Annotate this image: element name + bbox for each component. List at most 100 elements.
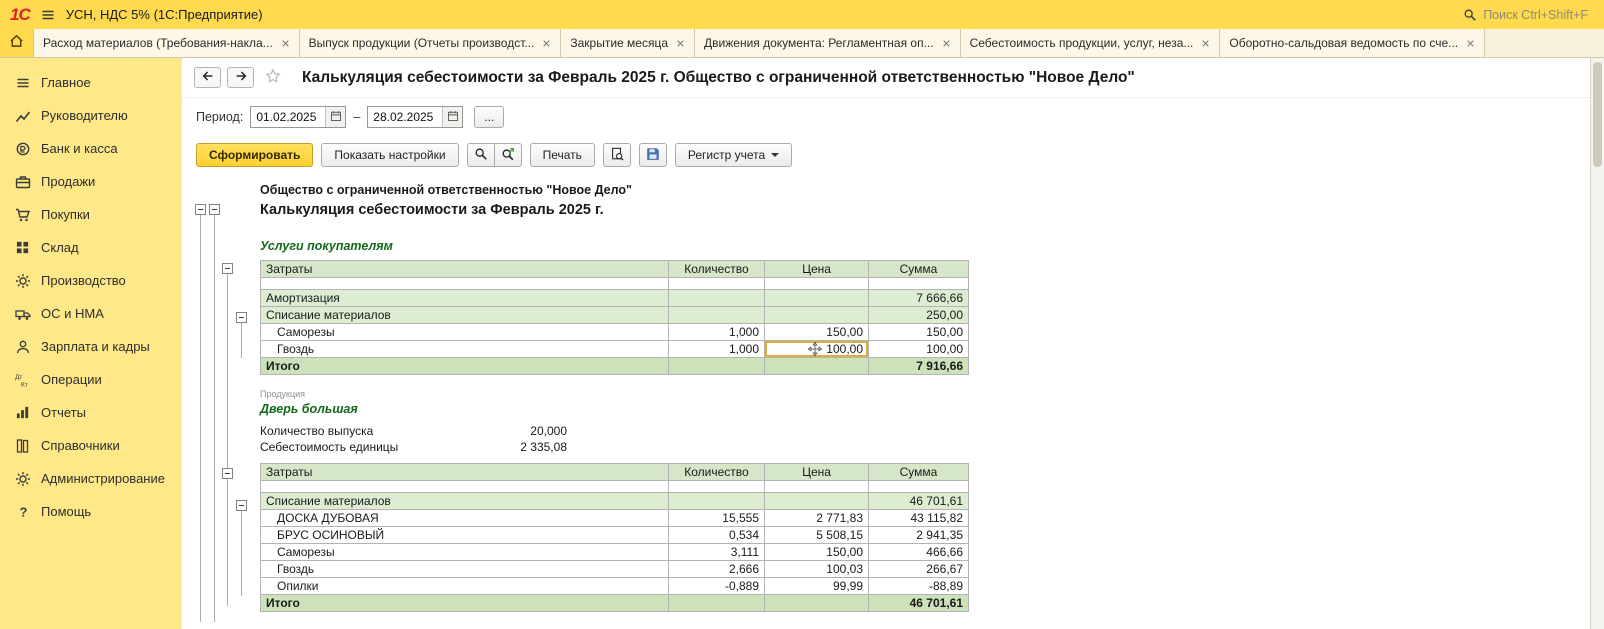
report-cell[interactable]: 2 771,83 [765,510,869,527]
report-cell[interactable] [765,493,869,510]
report-cell[interactable]: 1,000 [669,341,765,358]
report-row[interactable]: Амортизация 7 666,66 [261,290,969,307]
tab[interactable]: Себестоимость продукции, услуг, неза... [961,29,1221,57]
report-cell[interactable] [261,481,669,493]
sidebar-item-payroll[interactable]: Зарплата и кадры [0,330,182,363]
report-row[interactable]: Итого7 916,66 [261,358,969,375]
report-cell[interactable] [765,481,869,493]
period-to-calendar-button[interactable] [442,107,462,127]
report-cell[interactable]: 2,666 [669,561,765,578]
report-cell[interactable]: Амортизация [261,290,669,307]
sidebar-item-assets[interactable]: ОС и НМА [0,297,182,330]
report-row[interactable]: Итого 46 701,61 [261,595,969,612]
report-cell[interactable]: Саморезы [261,544,669,561]
report-cell[interactable]: 0,534 [669,527,765,544]
sidebar-item-operations[interactable]: ДтКтОперации [0,363,182,396]
report-row[interactable]: ДОСКА ДУБОВАЯ15,5552 771,8343 115,82 [261,510,969,527]
period-from-calendar-button[interactable] [325,107,345,127]
print-button[interactable]: Печать [530,143,595,167]
tab-close-icon[interactable] [542,39,551,48]
period-to-input[interactable] [368,110,442,124]
report-cell[interactable] [669,595,765,612]
report-cell[interactable]: 43 115,82 [869,510,969,527]
report-cell[interactable] [669,278,765,290]
sidebar-item-production[interactable]: Производство [0,264,182,297]
report-cell[interactable] [869,278,969,290]
report-cell[interactable] [765,290,869,307]
report-cell[interactable]: 1,000 [669,324,765,341]
tab[interactable]: Движения документа: Регламентная оп... [695,29,961,57]
tab-close-icon[interactable] [1466,39,1475,48]
period-more-button[interactable]: ... [474,106,504,128]
register-button[interactable]: Регистр учета [675,143,792,167]
report-cell[interactable]: ДОСКА ДУБОВАЯ [261,510,669,527]
tab[interactable]: Закрытие месяца [561,29,695,57]
sidebar-item-help[interactable]: ?Помощь [0,495,182,528]
report-cell[interactable] [869,481,969,493]
tab-close-icon[interactable] [676,39,685,48]
report-cell[interactable] [669,307,765,324]
report-cell[interactable]: 150,00 [869,324,969,341]
report-row[interactable]: Опилки-0,88999,99-88,89 [261,578,969,595]
vertical-scrollbar[interactable] [1590,58,1604,629]
report-cell[interactable]: Гвоздь [261,561,669,578]
sidebar-item-warehouse[interactable]: Склад [0,231,182,264]
sidebar-item-main[interactable]: Главное [0,66,182,99]
report-cell[interactable]: 150,00 [765,324,869,341]
home-button[interactable] [0,29,34,57]
report-cell[interactable]: БРУС ОСИНОВЫЙ [261,527,669,544]
collapse-group-button[interactable] [209,204,220,215]
report-cell[interactable]: 100,03 [765,561,869,578]
report-cell[interactable]: -88,89 [869,578,969,595]
sidebar-item-reports[interactable]: Отчеты [0,396,182,429]
collapse-group-button[interactable] [195,204,206,215]
report-cell[interactable] [669,290,765,307]
report-cell[interactable] [765,358,869,375]
report-cell[interactable]: 466,66 [869,544,969,561]
report-cell[interactable]: Гвоздь [261,341,669,358]
report-cell[interactable] [765,595,869,612]
sidebar-item-bank[interactable]: Банк и касса [0,132,182,165]
report-cell[interactable]: 266,67 [869,561,969,578]
show-settings-button[interactable]: Показать настройки [321,143,458,167]
report-cell[interactable] [261,278,669,290]
sidebar-item-administration[interactable]: Администрирование [0,462,182,495]
report-cell[interactable]: 2 941,35 [869,527,969,544]
report-cell[interactable]: 100,00 [765,341,869,358]
report-cell[interactable] [669,493,765,510]
tab[interactable]: Оборотно-сальдовая ведомость по сче... [1220,29,1485,57]
sidebar-item-references[interactable]: Справочники [0,429,182,462]
scrollbar-thumb[interactable] [1593,62,1602,167]
report-cell[interactable]: 3,111 [669,544,765,561]
collapse-group-button[interactable] [236,312,247,323]
save-button[interactable] [639,143,667,167]
collapse-group-button[interactable] [222,263,233,274]
report-cell[interactable]: Опилки [261,578,669,595]
sidebar-item-sales[interactable]: Продажи [0,165,182,198]
find-button[interactable] [467,143,495,167]
report-cell[interactable]: Списание материалов [261,493,669,510]
find-next-button[interactable] [495,143,522,167]
tab-close-icon[interactable] [281,39,290,48]
forward-button[interactable] [227,67,254,88]
sidebar-item-purchases[interactable]: Покупки [0,198,182,231]
tab[interactable]: Расход материалов (Требования-накла... [34,29,300,57]
report-cell[interactable] [669,481,765,493]
report-cell[interactable]: Итого [261,595,669,612]
report-cell[interactable]: 5 508,15 [765,527,869,544]
print-preview-button[interactable] [603,143,631,167]
report-row[interactable]: Гвоздь2,666100,03266,67 [261,561,969,578]
report-row[interactable]: БРУС ОСИНОВЫЙ0,5345 508,152 941,35 [261,527,969,544]
report-cell[interactable]: 7 666,66 [869,290,969,307]
report-cell[interactable]: 46 701,61 [869,595,969,612]
report-cell[interactable]: -0,889 [669,578,765,595]
report-cell[interactable] [765,278,869,290]
report-cell[interactable] [765,307,869,324]
report-row[interactable]: Списание материалов250,00 [261,307,969,324]
collapse-group-button[interactable] [236,500,247,511]
favorites-button[interactable] [262,68,284,87]
back-button[interactable] [194,67,221,88]
report-cell[interactable]: 150,00 [765,544,869,561]
report-row[interactable] [261,481,969,493]
report-cell[interactable]: 250,00 [869,307,969,324]
